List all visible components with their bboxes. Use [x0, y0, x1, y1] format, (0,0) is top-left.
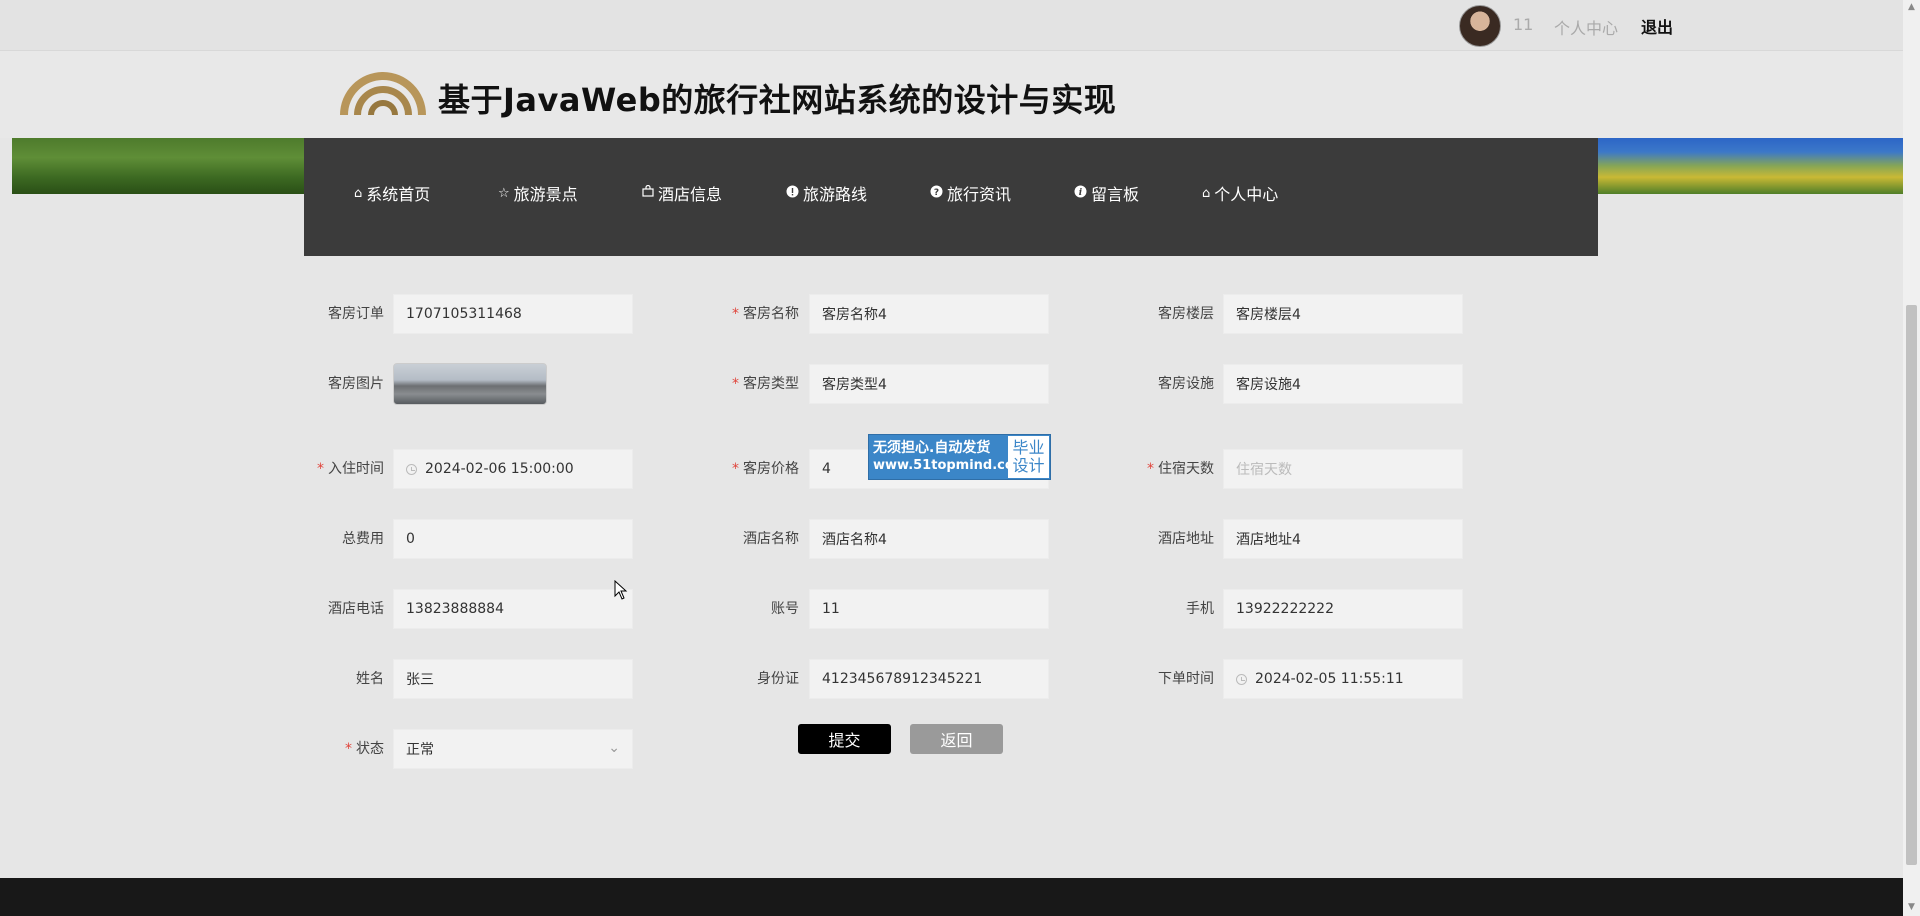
order-time-field[interactable]: 2024-02-05 11:55:11	[1223, 659, 1463, 699]
nav-item-hotels[interactable]: 酒店信息	[642, 181, 722, 205]
nav-item-personal-center[interactable]: ⌂ 个人中心	[1202, 181, 1278, 205]
nav-item-routes[interactable]: 旅游路线	[786, 181, 867, 205]
chevron-down-icon: ⌄	[608, 740, 620, 756]
site-logo-icon	[340, 72, 426, 115]
clock-icon	[406, 463, 417, 475]
checkin-time-value: 2024-02-06 15:00:00	[425, 461, 574, 477]
checkin-time-field[interactable]: 2024-02-06 15:00:00	[393, 449, 633, 489]
footer	[0, 878, 1903, 916]
avatar[interactable]	[1459, 5, 1501, 47]
star-icon: ☆	[498, 185, 510, 201]
room-image[interactable]	[393, 363, 547, 405]
hotel-name-field[interactable]: 酒店名称4	[809, 519, 1049, 559]
nav-item-label: 旅行资讯	[947, 185, 1012, 204]
id-card-field[interactable]: 412345678912345221	[809, 659, 1049, 699]
label-room-type: * 客房类型	[732, 376, 799, 392]
nav-item-home[interactable]: ⌂ 系统首页	[354, 181, 430, 205]
watermark-badge-text1: 毕业	[1012, 438, 1045, 457]
label-stay-days: * 住宿天数	[1147, 461, 1214, 477]
order-time-value: 2024-02-05 11:55:11	[1255, 671, 1404, 687]
top-bar: 11 个人中心 退出	[0, 0, 1920, 51]
account-field[interactable]: 11	[809, 589, 1049, 629]
submit-button[interactable]: 提交	[798, 724, 891, 754]
scroll-down-icon[interactable]: ▼	[1906, 902, 1917, 914]
hotel-phone-field[interactable]: 13823888884	[393, 589, 633, 629]
label-hotel-name: 酒店名称	[743, 531, 799, 547]
info-circle-icon	[786, 185, 799, 202]
watermark-badge: 无须担心.自动发货 www.51topmind.com 毕业 设计	[868, 434, 1051, 480]
room-type-field[interactable]: 客房类型4	[809, 364, 1049, 404]
banner-image-left	[12, 138, 304, 194]
label-status: * 状态	[345, 741, 384, 757]
svg-text:i: i	[1079, 188, 1083, 198]
total-cost-field[interactable]: 0	[393, 519, 633, 559]
status-value: 正常	[406, 742, 434, 758]
mobile-field[interactable]: 13922222222	[1223, 589, 1463, 629]
label-room-facility: 客房设施	[1158, 376, 1214, 392]
hotel-address-field[interactable]: 酒店地址4	[1223, 519, 1463, 559]
watermark-line1: 无须担心.自动发货	[873, 440, 991, 456]
bag-icon	[642, 184, 654, 201]
site-title: 基于JavaWeb的旅行社网站系统的设计与实现	[438, 81, 1117, 119]
logout-link[interactable]: 退出	[1641, 14, 1673, 38]
label-room-price: * 客房价格	[732, 461, 799, 477]
nav-item-label: 酒店信息	[658, 185, 723, 204]
status-select[interactable]: 正常 ⌄	[393, 729, 633, 769]
room-facility-field[interactable]: 客房设施4	[1223, 364, 1463, 404]
nav-item-attractions[interactable]: ☆ 旅游景点	[498, 181, 578, 205]
label-name: 姓名	[356, 671, 384, 687]
label-hotel-address: 酒店地址	[1158, 531, 1214, 547]
label-checkin-time: * 入住时间	[317, 461, 384, 477]
question-circle-icon: ?	[930, 185, 943, 202]
scroll-up-icon[interactable]: ▲	[1906, 2, 1917, 14]
top-personal-center-link[interactable]: 个人中心	[1554, 15, 1618, 39]
watermark-badge-text2: 设计	[1012, 456, 1045, 475]
label-order-time: 下单时间	[1158, 671, 1214, 687]
nav-item-news[interactable]: ? 旅行资讯	[930, 181, 1011, 205]
nav-item-messages[interactable]: i 留言板	[1074, 181, 1139, 205]
home-icon: ⌂	[1202, 185, 1211, 201]
room-name-field[interactable]: 客房名称4	[809, 294, 1049, 334]
label-total-cost: 总费用	[342, 531, 384, 547]
main-nav: ⌂ 系统首页 ☆ 旅游景点 酒店信息 旅游路线 ? 旅行资讯 i 留言板 ⌂ 个…	[304, 138, 1598, 256]
watermark-line2: www.51topmind.com	[873, 458, 1028, 473]
label-order-no: 客房订单	[328, 306, 384, 322]
stay-days-field[interactable]: 住宿天数	[1223, 449, 1463, 489]
name-field[interactable]: 张三	[393, 659, 633, 699]
home-icon: ⌂	[354, 185, 363, 201]
banner-image-right	[1598, 138, 1903, 194]
order-no-field[interactable]: 1707105311468	[393, 294, 633, 334]
nav-item-label: 系统首页	[366, 185, 431, 204]
nav-item-label: 个人中心	[1214, 185, 1279, 204]
site-header: 基于JavaWeb的旅行社网站系统的设计与实现	[0, 51, 1903, 138]
label-room-image: 客房图片	[328, 376, 384, 392]
label-room-name: * 客房名称	[732, 306, 799, 322]
svg-text:?: ?	[934, 188, 939, 198]
info-icon: i	[1074, 185, 1087, 202]
label-hotel-phone: 酒店电话	[328, 601, 384, 617]
back-button[interactable]: 返回	[910, 724, 1003, 754]
label-mobile: 手机	[1186, 601, 1214, 617]
nav-item-label: 旅游路线	[803, 185, 868, 204]
top-username: 11	[1513, 15, 1534, 34]
nav-item-label: 旅游景点	[513, 185, 578, 204]
label-id-card: 身份证	[757, 671, 799, 687]
scrollbar-thumb[interactable]	[1906, 305, 1917, 865]
label-account: 账号	[771, 601, 799, 617]
mouse-cursor-icon	[614, 580, 628, 600]
room-floor-field[interactable]: 客房楼层4	[1223, 294, 1463, 334]
label-room-floor: 客房楼层	[1158, 306, 1214, 322]
nav-item-label: 留言板	[1091, 185, 1140, 204]
clock-icon	[1236, 673, 1247, 685]
